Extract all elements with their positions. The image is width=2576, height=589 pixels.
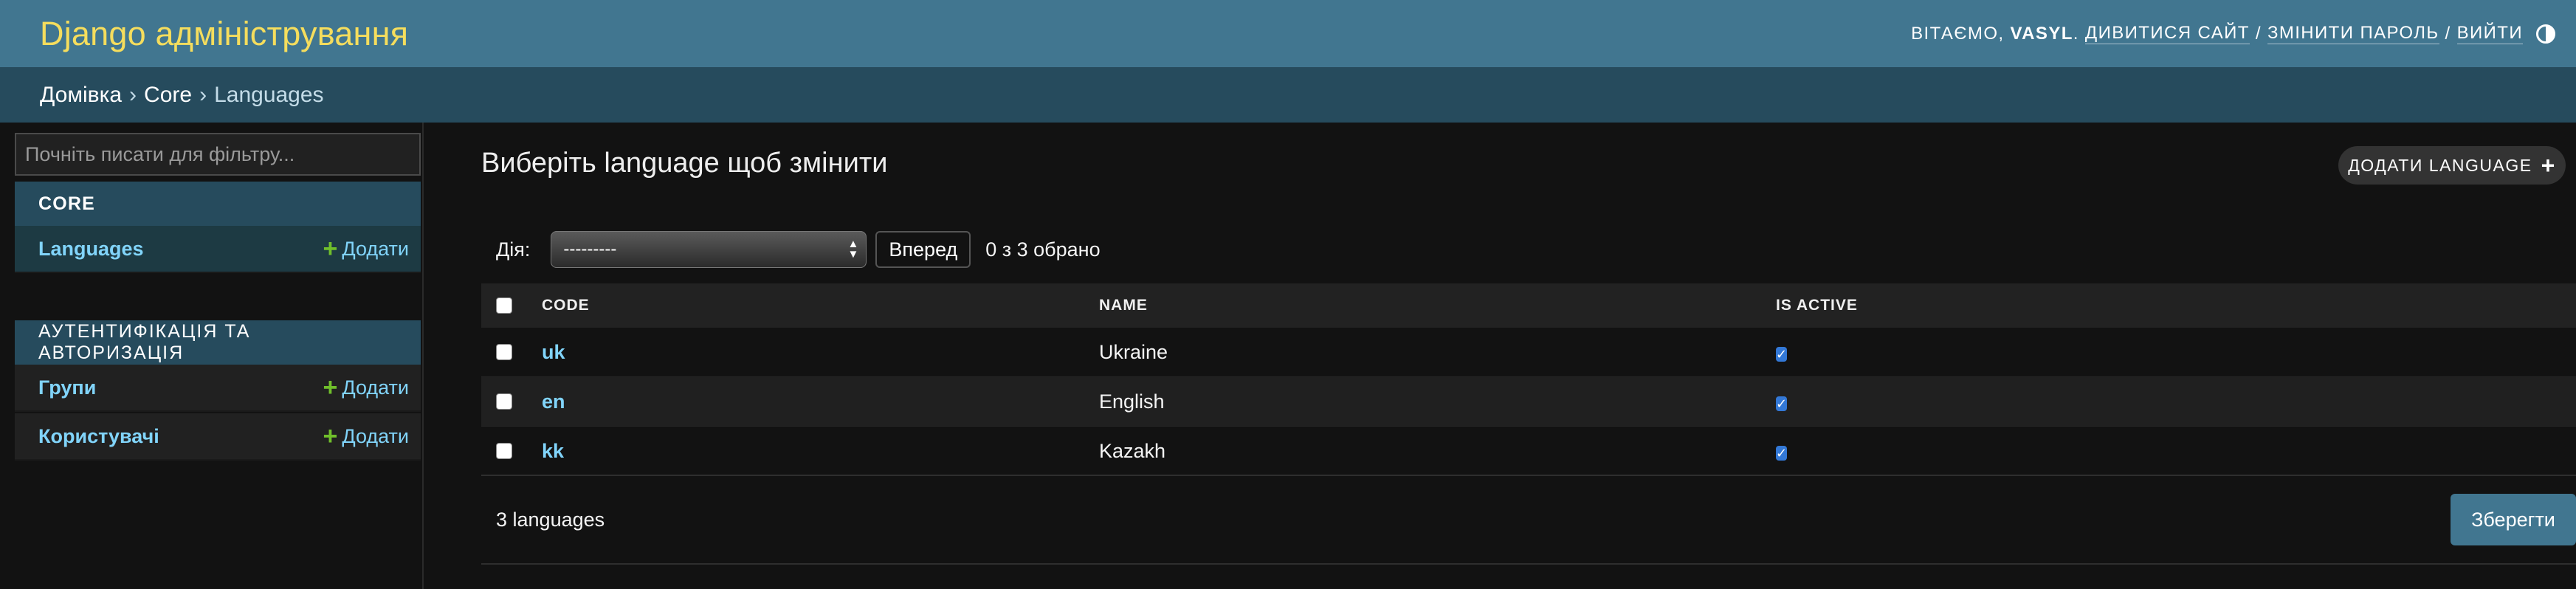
result-list-table: Code Name Is active uk Ukraine ✓ en Engl… [481,283,2576,476]
plus-icon: + [2541,152,2556,179]
is-active-check-icon: ✓ [1776,396,1788,411]
row-name: Ukraine [1099,340,1168,363]
table-header: Code Name Is active [481,283,2576,328]
row-select-checkbox[interactable] [496,344,512,360]
row-code-link[interactable]: uk [542,341,565,363]
add-label: Додати [342,237,409,260]
breadcrumb-home[interactable]: Домівка [40,83,122,108]
row-name: Kazakh [1099,439,1166,462]
breadcrumb-separator: › [199,82,207,107]
breadcrumb-current: Languages [214,82,324,107]
separator: / [2445,23,2451,44]
breadcrumb: Домівка › Core › Languages [0,67,2576,123]
is-active-check-icon: ✓ [1776,346,1788,362]
site-header: Django адміністрування Вітаємо, VASYL. Д… [0,0,2576,67]
plus-icon: + [323,373,338,402]
nav-filter-input[interactable]: Почніть писати для фільтру... [15,133,421,176]
table-row: kk Kazakh ✓ [481,427,2576,476]
column-header-is-active[interactable]: Is active [1776,297,2576,314]
paginator: 3 languages Зберегти [481,475,2576,565]
page-title: Виберіть language щоб змінити [481,148,888,179]
logout-link[interactable]: Вийти [2456,23,2523,44]
add-label: Додати [342,424,409,447]
breadcrumb-app[interactable]: Core [144,83,192,108]
sidebar-item-groups: Групи + Додати [15,365,421,412]
select-arrows-icon: ▲ ▼ [847,238,859,261]
app-caption-core[interactable]: Core [15,182,421,226]
nav-sidebar: Почніть писати для фільтру... Core Langu… [0,123,424,589]
add-groups-link[interactable]: + Додати [323,375,410,400]
select-all-checkbox[interactable] [496,297,512,314]
plus-icon: + [323,235,338,263]
row-select-checkbox[interactable] [496,443,512,459]
column-header-code[interactable]: Code [542,297,1099,314]
add-label: Додати [342,376,409,399]
table-row: en English ✓ [481,377,2576,427]
user-tools: Вітаємо, VASYL. Дивитися сайт / Змінити … [1911,0,2555,67]
welcome-text: Вітаємо, [1911,23,2005,44]
action-select-value: --------- [563,239,617,259]
separator: / [2255,23,2262,44]
site-brand-link[interactable]: Django адміністрування [40,15,408,53]
sidebar-link-groups[interactable]: Групи [38,376,96,399]
result-count: 3 languages [496,508,605,531]
row-select-checkbox[interactable] [496,393,512,410]
theme-toggle-icon[interactable] [2536,24,2555,44]
add-languages-link[interactable]: + Додати [323,236,410,261]
selection-counter: 0 з 3 обрано [985,238,1101,261]
sidebar-item-languages: Languages + Додати [15,226,421,273]
app-caption-auth[interactable]: Аутентифікація та авторизація [15,320,421,365]
view-site-link[interactable]: Дивитися сайт [2084,23,2250,44]
add-users-link[interactable]: + Додати [323,424,410,449]
plus-icon: + [323,422,338,450]
username: VASYL [2010,23,2073,44]
change-password-link[interactable]: Змінити пароль [2267,23,2439,44]
actions-bar: Дія: --------- ▲ ▼ Вперед 0 з 3 обрано [481,229,1101,270]
row-name: English [1099,390,1165,413]
save-button[interactable]: Зберегти [2451,494,2576,545]
add-language-label: Додати Language [2348,155,2532,175]
sidebar-link-users[interactable]: Користувачі [38,425,159,448]
sidebar-item-users: Користувачі + Додати [15,413,421,461]
row-code-link[interactable]: en [542,390,565,413]
action-label: Дія: [496,238,531,261]
is-active-check-icon: ✓ [1776,445,1788,461]
table-row: uk Ukraine ✓ [481,328,2576,377]
breadcrumb-separator: › [129,82,137,107]
row-code-link[interactable]: kk [542,440,564,462]
column-header-name[interactable]: Name [1099,297,1776,314]
sidebar-link-languages[interactable]: Languages [38,238,144,261]
action-select[interactable]: --------- ▲ ▼ [551,231,867,268]
go-button[interactable]: Вперед [875,231,971,268]
add-language-button[interactable]: Додати Language + [2338,146,2566,185]
